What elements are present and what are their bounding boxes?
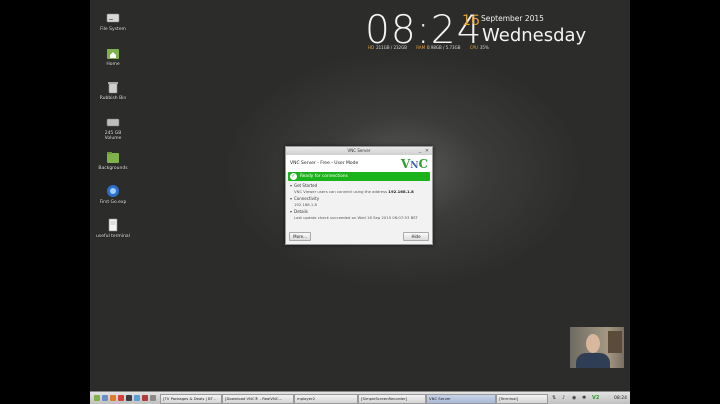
- section-body: 192.168.1.8: [294, 202, 317, 207]
- hd-value: 211GB / 232GB: [376, 45, 407, 50]
- clock-weekday: Wednesday: [482, 25, 587, 46]
- cpu-label: CPU: [469, 45, 478, 50]
- desktop-icon-label: File System: [100, 27, 126, 32]
- section-details[interactable]: Details Last update check succeeded on W…: [290, 209, 432, 220]
- launcher-icon[interactable]: [134, 395, 140, 401]
- bluetooth-icon[interactable]: ✱: [582, 394, 586, 403]
- status-banner: ✓ Ready for connections: [288, 172, 430, 181]
- taskbar-clock: 08:24: [614, 396, 627, 401]
- desktop-icon-label: Home: [106, 62, 120, 67]
- checkmark-icon: ✓: [290, 173, 297, 180]
- section-body: VNC Viewer users can connect using the a…: [294, 189, 414, 194]
- app-icon: [106, 183, 120, 197]
- taskbar: [TV Packages & Deals | BT - [Download VN…: [90, 391, 630, 404]
- section-body: Last update check succeeded on Wed 16 Se…: [294, 215, 418, 220]
- taskbar-item[interactable]: [Terminal]: [496, 394, 548, 404]
- desktop-icon-useful-terminal[interactable]: useful terminal: [90, 217, 136, 239]
- clock-day: 16: [462, 13, 480, 29]
- window-title: VNC Server: [347, 148, 371, 153]
- launcher-icon[interactable]: [150, 395, 156, 401]
- vnc-header: VNC Server - Free - User Mode VNC: [286, 155, 432, 172]
- taskbar-item[interactable]: [Download VNC® - RealVNC...: [222, 394, 294, 404]
- vnc-tray-icon[interactable]: V2: [592, 394, 599, 403]
- address-value: 192.168.1.8: [388, 189, 414, 194]
- taskbar-item[interactable]: VNC Server: [426, 394, 496, 404]
- desktop-icon-volume[interactable]: 245 GB Volume: [90, 114, 136, 141]
- hide-button[interactable]: Hide: [403, 232, 429, 241]
- more-button[interactable]: More...: [289, 232, 311, 241]
- system-stats: HD 211GB / 232GB RAM 0.98GB / 5.73GB CPU 35…: [368, 45, 497, 50]
- taskbar-item[interactable]: [TV Packages & Deals | BT -: [160, 394, 222, 404]
- taskbar-item[interactable]: mplayer2: [294, 394, 358, 404]
- desktop-icon-label: First Go.exp: [99, 200, 127, 205]
- menu-icon[interactable]: [94, 395, 100, 401]
- desktop-icon-label: 245 GB Volume: [104, 131, 122, 141]
- taskbar-item[interactable]: [SimpleScreenRecorder]: [358, 394, 426, 404]
- section-title: Get Started: [290, 183, 432, 188]
- section-get-started[interactable]: Get Started VNC Viewer users can connect…: [290, 183, 432, 194]
- desktop-icon-file-system[interactable]: File System: [90, 10, 136, 32]
- desktop-icon-label: Rubbish Bin: [99, 96, 127, 101]
- desktop-icon-home[interactable]: Home: [90, 45, 136, 67]
- minimize-icon[interactable]: _: [417, 148, 423, 154]
- launcher-icon[interactable]: [118, 395, 124, 401]
- clock-month-year: September 2015: [481, 14, 544, 23]
- desktop-icon-first-go[interactable]: First Go.exp: [90, 183, 136, 205]
- launcher-icon[interactable]: [126, 395, 132, 401]
- desktop-icon-label: Backgrounds: [98, 166, 128, 171]
- close-icon[interactable]: ✕: [424, 148, 430, 154]
- ram-value: 0.98GB / 5.73GB: [427, 45, 461, 50]
- volume-icon[interactable]: ♪: [562, 394, 565, 403]
- folder-icon: [106, 149, 120, 163]
- vnc-mode-label: VNC Server - Free - User Mode: [290, 161, 359, 166]
- drive-icon: [106, 10, 120, 24]
- trash-icon: [106, 79, 120, 94]
- section-title: Details: [290, 209, 432, 214]
- vnc-logo-icon: VNC: [400, 157, 428, 171]
- drive-icon: [106, 114, 120, 128]
- desktop: File System Home Rubbish Bin 245 GB Volu…: [90, 0, 630, 404]
- ram-label: RAM: [416, 45, 426, 50]
- vnc-server-window: VNC Server _ ✕ VNC Server - Free - User …: [285, 146, 433, 245]
- desktop-icon-rubbish-bin[interactable]: Rubbish Bin: [90, 79, 136, 101]
- section-title: Connectivity: [290, 196, 432, 201]
- window-titlebar[interactable]: VNC Server _ ✕: [286, 147, 432, 155]
- launcher-icon[interactable]: [102, 395, 108, 401]
- section-connectivity[interactable]: Connectivity 192.168.1.8: [290, 196, 432, 207]
- hp-icon[interactable]: ◉: [572, 394, 576, 403]
- text-file-icon: [106, 217, 120, 232]
- status-text: Ready for connections: [300, 174, 348, 179]
- network-icon[interactable]: ⇅: [552, 394, 556, 403]
- home-folder-icon: [106, 45, 120, 59]
- desktop-icon-label: useful terminal: [96, 234, 130, 239]
- webcam-overlay: [570, 327, 624, 368]
- cpu-value: 35%: [479, 45, 489, 50]
- hd-label: HD: [368, 45, 375, 50]
- desktop-icon-backgrounds[interactable]: Backgrounds: [90, 149, 136, 171]
- launcher-icon[interactable]: [142, 395, 148, 401]
- launcher-icon[interactable]: [110, 395, 116, 401]
